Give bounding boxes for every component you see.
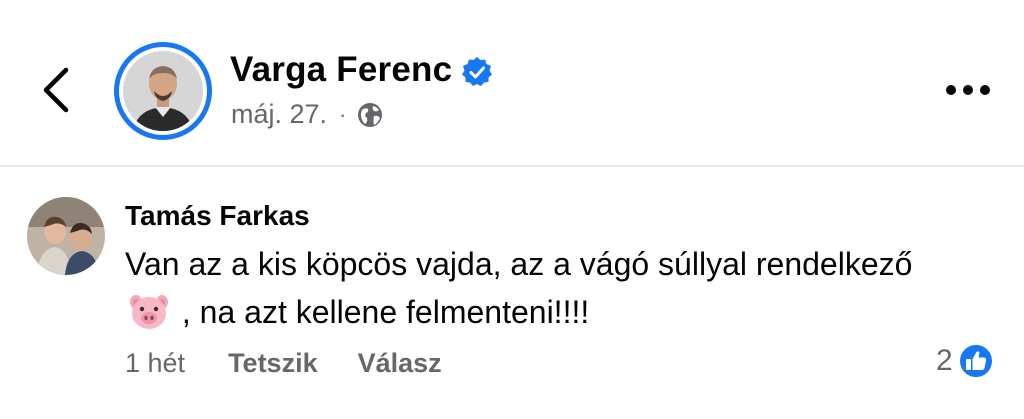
comment-text-part-2: , na azt kellene felmenteni!!!!: [181, 294, 590, 330]
meta-separator: ·: [339, 101, 347, 127]
like-icon: [957, 342, 995, 380]
comment-timestamp[interactable]: 1 hét: [125, 348, 185, 379]
comment-text-part-1: Van az a kis köpcös vajda, az a vágó súl…: [125, 246, 913, 282]
post-meta: máj. 27. ·: [231, 99, 384, 130]
author-avatar[interactable]: [114, 42, 212, 140]
post-author-name[interactable]: Varga Ferenc: [230, 50, 452, 90]
commenter-name[interactable]: Tamás Farkas: [125, 200, 310, 232]
commenter-avatar[interactable]: [27, 197, 105, 275]
post-date[interactable]: máj. 27.: [231, 99, 327, 130]
globe-icon[interactable]: [356, 101, 384, 129]
reaction-summary[interactable]: 2: [936, 342, 995, 380]
comment-body: Van az a kis köpcös vajda, az a vágó súl…: [125, 240, 925, 336]
author-avatar-photo: [123, 51, 203, 131]
back-button[interactable]: [36, 62, 76, 118]
comment-actions: 1 hét Tetszik Válasz: [125, 348, 442, 379]
more-options-button[interactable]: [944, 78, 992, 102]
reaction-count: 2: [936, 344, 953, 377]
chevron-left-icon: [43, 67, 69, 113]
reply-button[interactable]: Válasz: [358, 348, 442, 379]
post-header: Varga Ferenc máj. 27. ·: [0, 0, 1024, 165]
verified-badge-icon: [461, 56, 493, 88]
like-button[interactable]: Tetszik: [228, 348, 318, 379]
more-dots-icon: [946, 85, 990, 95]
header-divider: [0, 165, 1024, 167]
pig-face-emoji-icon: [129, 293, 169, 331]
